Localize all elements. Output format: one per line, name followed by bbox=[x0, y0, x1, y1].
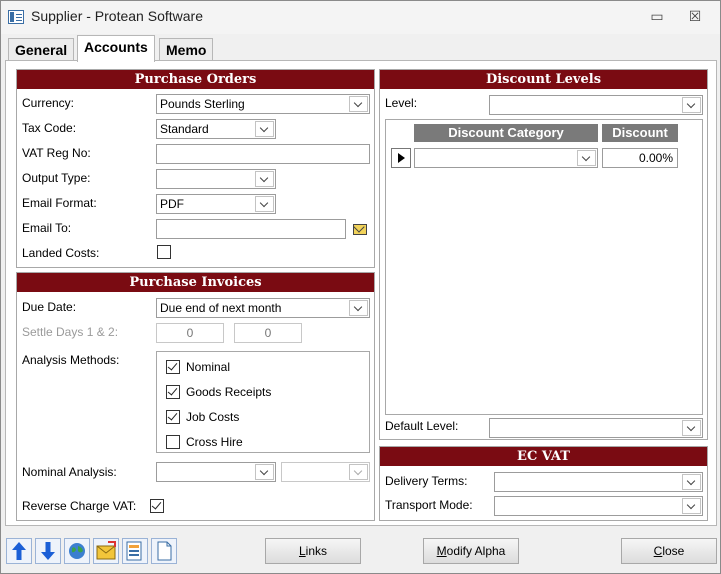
discount-category-column-header[interactable]: Discount Category bbox=[414, 124, 598, 142]
default-level-label: Default Level: bbox=[385, 419, 459, 433]
arrow-down-icon[interactable] bbox=[35, 538, 61, 564]
chevron-down-icon[interactable] bbox=[349, 300, 368, 316]
supplier-window: Supplier - Protean Software ▭ ☒ General … bbox=[0, 0, 721, 574]
tax-code-select[interactable]: Standard bbox=[156, 119, 276, 139]
modify-alpha-button[interactable]: Modify Alpha bbox=[423, 538, 519, 564]
output-type-select[interactable] bbox=[156, 169, 276, 189]
default-level-select[interactable] bbox=[489, 418, 703, 438]
nominal-analysis-label: Nominal Analysis: bbox=[22, 465, 117, 479]
tax-code-label: Tax Code: bbox=[22, 121, 77, 135]
chevron-down-icon[interactable] bbox=[577, 150, 596, 166]
bottom-toolbar: Links Modify Alpha Close bbox=[1, 531, 720, 571]
purchase-orders-panel: Purchase Orders Currency: Pounds Sterlin… bbox=[16, 69, 375, 268]
purchase-invoices-panel: Purchase Invoices Due Date: Due end of n… bbox=[16, 272, 375, 521]
tax-code-value: Standard bbox=[160, 122, 209, 136]
purchase-invoices-header: Purchase Invoices bbox=[17, 273, 374, 292]
links-button[interactable]: Links bbox=[265, 538, 361, 564]
discount-grid: Discount Category Discount 0.00% bbox=[385, 119, 703, 415]
email-format-label: Email Format: bbox=[22, 196, 97, 210]
vat-reg-label: VAT Reg No: bbox=[22, 146, 91, 160]
discount-levels-header: Discount Levels bbox=[380, 70, 707, 89]
settle-day-1-input[interactable]: 0 bbox=[156, 323, 224, 343]
goods-receipts-checkbox[interactable] bbox=[166, 385, 180, 399]
tab-content: Purchase Orders Currency: Pounds Sterlin… bbox=[5, 60, 717, 526]
nominal-analysis-select-2[interactable] bbox=[281, 462, 370, 482]
level-select[interactable] bbox=[489, 95, 703, 115]
discount-category-cell[interactable] bbox=[414, 148, 598, 168]
arrow-up-icon[interactable] bbox=[6, 538, 32, 564]
tab-general[interactable]: General bbox=[8, 38, 75, 61]
analysis-methods-box: Nominal Goods Receipts Job Costs Cross H… bbox=[156, 351, 370, 453]
tab-accounts[interactable]: Accounts bbox=[77, 35, 155, 62]
landed-costs-checkbox[interactable] bbox=[157, 245, 171, 259]
job-costs-label: Job Costs bbox=[186, 410, 240, 424]
email-icon[interactable] bbox=[93, 538, 119, 564]
email-to-label: Email To: bbox=[22, 221, 72, 235]
vat-reg-input[interactable] bbox=[156, 144, 370, 164]
window-title: Supplier - Protean Software bbox=[31, 8, 203, 24]
close-window-button[interactable]: ☒ bbox=[680, 5, 710, 29]
tab-memo[interactable]: Memo bbox=[159, 38, 214, 61]
discount-column-header[interactable]: Discount bbox=[602, 124, 678, 142]
ec-vat-panel: EC VAT Delivery Terms: Transport Mode: bbox=[379, 446, 708, 521]
chevron-down-icon[interactable] bbox=[255, 196, 274, 212]
chevron-down-icon[interactable] bbox=[682, 97, 701, 113]
envelope-icon[interactable] bbox=[353, 224, 367, 235]
email-format-value: PDF bbox=[160, 197, 184, 211]
due-date-select[interactable]: Due end of next month bbox=[156, 298, 370, 318]
links-accel: L bbox=[298, 544, 306, 558]
modify-accel: M bbox=[436, 544, 447, 558]
email-format-select[interactable]: PDF bbox=[156, 194, 276, 214]
minimize-button[interactable]: ▭ bbox=[642, 5, 672, 29]
discount-levels-panel: Discount Levels Level: Discount Category… bbox=[379, 69, 708, 440]
modify-label: odify Alpha bbox=[446, 544, 506, 558]
tab-bar: General Accounts Memo bbox=[1, 34, 720, 62]
reverse-charge-label: Reverse Charge VAT: bbox=[22, 499, 137, 513]
output-type-label: Output Type: bbox=[22, 171, 91, 185]
currency-label: Currency: bbox=[22, 96, 75, 110]
settle-day-2-input[interactable]: 0 bbox=[234, 323, 302, 343]
discount-cell[interactable]: 0.00% bbox=[602, 148, 678, 168]
close-label: lose bbox=[662, 544, 685, 558]
chevron-down-icon[interactable] bbox=[255, 121, 274, 137]
currency-value: Pounds Sterling bbox=[160, 97, 245, 111]
row-selector-icon[interactable] bbox=[391, 148, 411, 168]
ec-vat-header: EC VAT bbox=[380, 447, 707, 466]
chevron-down-icon[interactable] bbox=[349, 96, 368, 112]
cross-hire-checkbox[interactable] bbox=[166, 435, 180, 449]
purchase-orders-header: Purchase Orders bbox=[17, 70, 374, 89]
landed-costs-label: Landed Costs: bbox=[22, 246, 100, 260]
nominal-analysis-select-1[interactable] bbox=[156, 462, 276, 482]
due-date-value: Due end of next month bbox=[160, 301, 282, 315]
goods-receipts-label: Goods Receipts bbox=[186, 385, 272, 399]
title-bar: Supplier - Protean Software ▭ ☒ bbox=[1, 1, 720, 34]
due-date-label: Due Date: bbox=[22, 300, 77, 314]
delivery-terms-label: Delivery Terms: bbox=[385, 474, 468, 488]
delivery-terms-select[interactable] bbox=[494, 472, 703, 492]
document-list-icon[interactable] bbox=[122, 538, 148, 564]
email-to-input[interactable] bbox=[156, 219, 346, 239]
cross-hire-label: Cross Hire bbox=[186, 435, 243, 449]
blank-document-icon[interactable] bbox=[151, 538, 177, 564]
links-label: inks bbox=[305, 544, 328, 558]
nominal-label: Nominal bbox=[186, 360, 231, 374]
reverse-charge-checkbox[interactable] bbox=[150, 499, 164, 513]
chevron-down-icon[interactable] bbox=[349, 464, 368, 480]
currency-select[interactable]: Pounds Sterling bbox=[156, 94, 370, 114]
chevron-down-icon[interactable] bbox=[255, 171, 274, 187]
chevron-down-icon[interactable] bbox=[682, 474, 701, 490]
nominal-checkbox[interactable] bbox=[166, 360, 180, 374]
transport-mode-label: Transport Mode: bbox=[385, 498, 473, 512]
level-label: Level: bbox=[385, 96, 418, 110]
globe-icon[interactable] bbox=[64, 538, 90, 564]
close-button[interactable]: Close bbox=[621, 538, 717, 564]
transport-mode-select[interactable] bbox=[494, 496, 703, 516]
chevron-down-icon[interactable] bbox=[682, 498, 701, 514]
chevron-down-icon[interactable] bbox=[255, 464, 274, 480]
form-icon bbox=[8, 10, 24, 24]
job-costs-checkbox[interactable] bbox=[166, 410, 180, 424]
chevron-down-icon[interactable] bbox=[682, 420, 701, 436]
settle-days-label: Settle Days 1 & 2: bbox=[22, 325, 119, 339]
analysis-methods-label: Analysis Methods: bbox=[22, 353, 120, 367]
